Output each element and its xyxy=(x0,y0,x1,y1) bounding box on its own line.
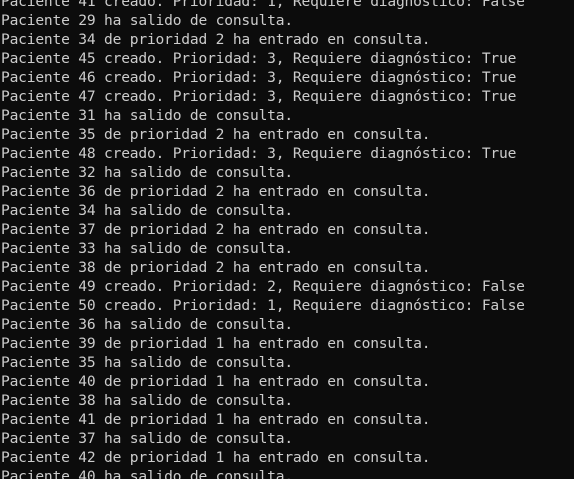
terminal-line: Paciente 32 ha salido de consulta. xyxy=(1,164,293,181)
terminal-line: Paciente 35 de prioridad 2 ha entrado en… xyxy=(1,126,431,143)
terminal-line: Paciente 40 ha salido de consulta. xyxy=(1,468,293,479)
terminal-output: Paciente 41 creado. Prioridad: 1, Requie… xyxy=(1,0,525,479)
terminal-line: Paciente 46 creado. Prioridad: 3, Requie… xyxy=(1,69,517,86)
terminal-line: Paciente 39 de prioridad 1 ha entrado en… xyxy=(1,335,431,352)
terminal-window[interactable]: Paciente 41 creado. Prioridad: 1, Requie… xyxy=(0,0,574,479)
terminal-line: Paciente 40 de prioridad 1 ha entrado en… xyxy=(1,373,431,390)
terminal-line: Paciente 45 creado. Prioridad: 3, Requie… xyxy=(1,50,517,67)
terminal-line: Paciente 37 ha salido de consulta. xyxy=(1,430,293,447)
terminal-line: Paciente 47 creado. Prioridad: 3, Requie… xyxy=(1,88,517,105)
terminal-line: Paciente 33 ha salido de consulta. xyxy=(1,240,293,257)
terminal-line: Paciente 31 ha salido de consulta. xyxy=(1,107,293,124)
terminal-line: Paciente 41 creado. Prioridad: 1, Requie… xyxy=(1,0,525,10)
terminal-line: Paciente 42 de prioridad 1 ha entrado en… xyxy=(1,449,431,466)
terminal-line: Paciente 48 creado. Prioridad: 3, Requie… xyxy=(1,145,517,162)
terminal-line: Paciente 36 de prioridad 2 ha entrado en… xyxy=(1,183,431,200)
terminal-line: Paciente 36 ha salido de consulta. xyxy=(1,316,293,333)
terminal-line: Paciente 38 de prioridad 2 ha entrado en… xyxy=(1,259,431,276)
terminal-line: Paciente 49 creado. Prioridad: 2, Requie… xyxy=(1,278,525,295)
terminal-line: Paciente 50 creado. Prioridad: 1, Requie… xyxy=(1,297,525,314)
terminal-line: Paciente 34 ha salido de consulta. xyxy=(1,202,293,219)
terminal-line: Paciente 41 de prioridad 1 ha entrado en… xyxy=(1,411,431,428)
terminal-line: Paciente 35 ha salido de consulta. xyxy=(1,354,293,371)
terminal-line: Paciente 29 ha salido de consulta. xyxy=(1,12,293,29)
terminal-line: Paciente 37 de prioridad 2 ha entrado en… xyxy=(1,221,431,238)
terminal-line: Paciente 34 de prioridad 2 ha entrado en… xyxy=(1,31,431,48)
terminal-line: Paciente 38 ha salido de consulta. xyxy=(1,392,293,409)
